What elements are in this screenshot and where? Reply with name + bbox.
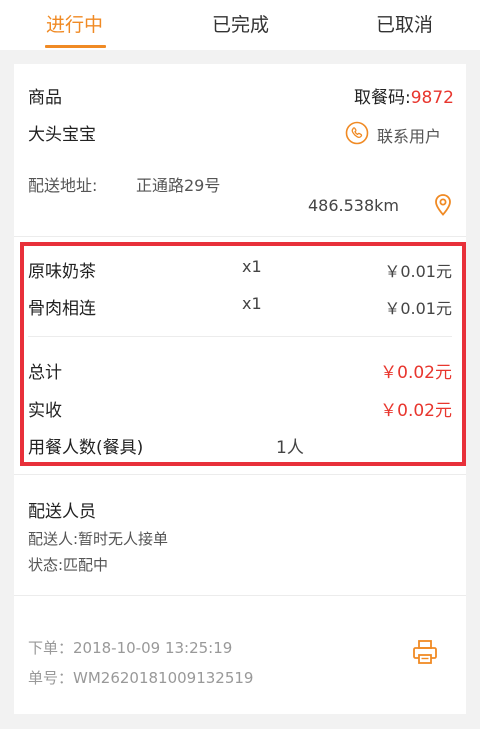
courier-line: 配送人:暂时无人接单 <box>28 530 169 548</box>
section-divider <box>14 595 466 596</box>
pickup-code: 取餐码:9872 <box>354 83 454 108</box>
tab-cancelled[interactable]: 已取消 <box>376 10 433 37</box>
delivery-section-title: 配送人员 <box>28 502 96 522</box>
location-pin-icon[interactable] <box>433 193 453 221</box>
section-divider <box>14 474 466 475</box>
order-status-tabs: 进行中 已完成 已取消 <box>0 0 480 50</box>
pickup-code-label: 取餐码: <box>354 88 411 108</box>
highlight-box <box>20 242 466 466</box>
address-label: 配送地址: <box>28 176 98 195</box>
tab-in-progress[interactable]: 进行中 <box>46 10 103 37</box>
section-divider <box>14 236 466 237</box>
printer-icon[interactable] <box>411 638 439 670</box>
tab-completed[interactable]: 已完成 <box>212 10 269 37</box>
pickup-code-value: 9872 <box>410 88 454 108</box>
distance: 486.538km <box>308 196 400 215</box>
active-tab-indicator <box>45 45 106 48</box>
contact-user-label: 联系用户 <box>377 127 442 146</box>
phone-icon <box>345 121 369 149</box>
goods-label: 商品 <box>28 88 62 108</box>
customer-name: 大头宝宝 <box>28 125 96 145</box>
order-number: 单号：WM2620181009132519 <box>28 669 254 687</box>
delivery-status-line: 状态:匹配中 <box>28 556 109 574</box>
order-time: 下单：2018-10-09 13:25:19 <box>28 639 233 657</box>
address-value: 正通路29号 <box>136 176 221 195</box>
